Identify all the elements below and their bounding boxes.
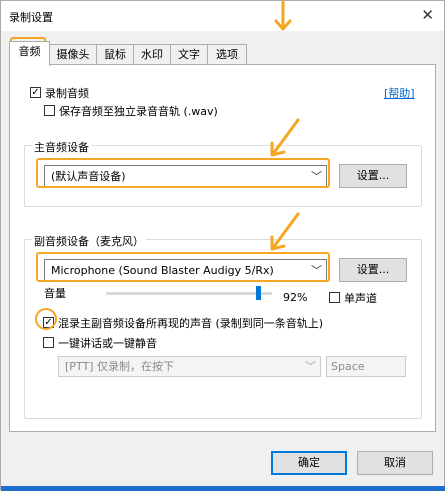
- push-to-talk-hotkey-field[interactable]: Space: [326, 356, 406, 377]
- highlight-main-device: [36, 158, 330, 188]
- mix-audio-label: 混录主副音频设备所再现的声音 (录制到同一条音轨上): [58, 317, 324, 330]
- secondary-audio-device-label: 副音频设备（麦克风）: [32, 233, 146, 249]
- save-separate-checkbox[interactable]: [44, 105, 55, 116]
- tab-mouse[interactable]: 鼠标: [96, 44, 134, 64]
- push-to-talk-hotkey-value: Space: [331, 360, 365, 373]
- tab-camera[interactable]: 摄像头: [49, 44, 97, 64]
- volume-percent: 92%: [283, 291, 308, 304]
- volume-label: 音量: [44, 287, 66, 300]
- tab-options[interactable]: 选项: [207, 44, 247, 64]
- volume-slider-track: [106, 286, 272, 300]
- recording-settings-dialog: 录制设置 ✕ 音频 摄像头 鼠标 水印 文字 选项 ✓ 录制音频 [帮助] 保存…: [0, 0, 445, 491]
- record-audio-checkbox[interactable]: ✓: [30, 87, 41, 98]
- volume-slider-thumb[interactable]: [256, 286, 262, 300]
- push-to-talk-mode-value: [PTT] 仅录制，在按下: [65, 360, 174, 373]
- chevron-down-icon: ﹀: [305, 360, 316, 373]
- ok-button[interactable]: 确定: [271, 451, 347, 475]
- audio-tab-panel: ✓ 录制音频 [帮助] 保存音频至独立录音音轨 (.wav) 主音频设备 (默认…: [9, 64, 436, 432]
- push-to-talk-label: 一键讲话或一键静音: [58, 337, 157, 350]
- taskbar-edge: [1, 486, 445, 491]
- highlight-secondary-device: [36, 252, 330, 282]
- push-to-talk-checkbox[interactable]: [43, 337, 54, 348]
- tab-audio[interactable]: 音频: [9, 41, 50, 66]
- mono-checkbox[interactable]: [329, 292, 340, 303]
- help-link[interactable]: [帮助]: [384, 85, 415, 101]
- window-title: 录制设置: [9, 11, 53, 24]
- tab-text[interactable]: 文字: [170, 44, 208, 64]
- secondary-device-settings-button[interactable]: 设置...: [339, 258, 407, 282]
- cancel-button[interactable]: 取消: [357, 451, 433, 475]
- main-audio-device-label: 主音频设备: [32, 139, 91, 155]
- volume-slider-fill: [106, 292, 259, 295]
- close-icon[interactable]: ✕: [421, 6, 434, 24]
- push-to-talk-mode-select[interactable]: [PTT] 仅录制，在按下 ﹀: [58, 356, 321, 377]
- mono-label: 单声道: [344, 292, 377, 305]
- tab-watermark[interactable]: 水印: [133, 44, 171, 64]
- tab-strip: 音频 摄像头 鼠标 水印 文字 选项: [9, 41, 439, 66]
- highlight-mix-checkbox: [35, 308, 57, 330]
- record-audio-label: 录制音频: [45, 87, 89, 100]
- main-device-settings-button[interactable]: 设置...: [339, 164, 407, 188]
- save-separate-label: 保存音频至独立录音音轨 (.wav): [59, 105, 218, 118]
- title-bar: 录制设置 ✕: [1, 1, 444, 31]
